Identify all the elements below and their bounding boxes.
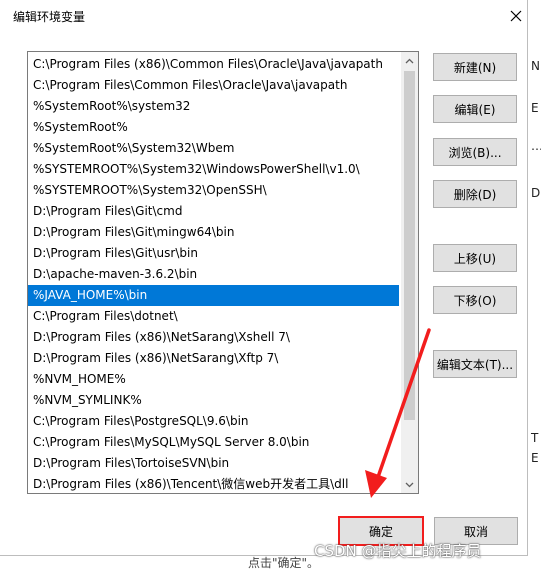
path-list-item[interactable]: %NVM_SYMLINK% xyxy=(28,390,399,411)
path-list-item[interactable]: D:\Program Files\Git\mingw64\bin xyxy=(28,222,399,243)
path-list-item[interactable]: C:\Program Files\dotnet\ xyxy=(28,306,399,327)
scroll-down-button[interactable] xyxy=(401,476,418,493)
close-icon xyxy=(510,10,522,22)
background-fragment: E xyxy=(531,451,539,465)
scroll-up-button[interactable] xyxy=(401,52,418,69)
path-list-item-selected[interactable]: %JAVA_HOME%\bin xyxy=(28,285,399,306)
path-list-item[interactable]: C:\Program Files (x86)\Common Files\Orac… xyxy=(28,54,399,75)
move-up-button[interactable]: 上移(U) xyxy=(433,244,517,272)
background-fragment: … xyxy=(531,139,541,153)
title-bar: 编辑环境变量 xyxy=(0,0,528,32)
path-list-item[interactable]: %SYSTEMROOT%\System32\OpenSSH\ xyxy=(28,180,399,201)
background-window-edge: N E … D T E xyxy=(528,0,541,570)
path-list-item[interactable]: %SystemRoot%\System32\Wbem xyxy=(28,138,399,159)
path-list-item[interactable]: %SystemRoot%\system32 xyxy=(28,96,399,117)
chevron-down-icon xyxy=(405,482,414,487)
background-fragment: T xyxy=(531,431,539,445)
background-fragment: E xyxy=(531,101,539,115)
move-down-button[interactable]: 下移(O) xyxy=(433,286,517,314)
path-list-item[interactable]: D:\Program Files (x86)\NetSarang\Xshell … xyxy=(28,327,399,348)
edit-text-button[interactable]: 编辑文本(T)... xyxy=(433,350,517,378)
path-list-item[interactable]: D:\Program Files\Git\usr\bin xyxy=(28,243,399,264)
dialog-title: 编辑环境变量 xyxy=(13,10,86,24)
edit-environment-variable-dialog: 编辑环境变量 C:\Program Files (x86)\Common Fil… xyxy=(0,0,528,556)
new-button[interactable]: 新建(N) xyxy=(433,53,517,81)
path-list-item[interactable]: %SystemRoot% xyxy=(28,117,399,138)
path-list-items: C:\Program Files (x86)\Common Files\Orac… xyxy=(28,54,399,493)
edit-button[interactable]: 编辑(E) xyxy=(433,95,517,123)
close-button[interactable] xyxy=(504,4,528,28)
path-list-item[interactable]: D:\Program Files\Git\cmd xyxy=(28,201,399,222)
path-list-item[interactable]: C:\Program Files\MySQL\MySQL Server 8.0\… xyxy=(28,432,399,453)
background-fragment: D xyxy=(531,186,541,200)
path-list-item[interactable]: D:\Program Files\TortoiseSVN\bin xyxy=(28,453,399,474)
watermark: CSDN @指尖上的程序员 xyxy=(314,542,482,560)
path-list-item[interactable]: %NVM_HOME% xyxy=(28,369,399,390)
chevron-up-icon xyxy=(405,58,414,63)
path-list-item[interactable]: %SYSTEMROOT%\System32\WindowsPowerShell\… xyxy=(28,159,399,180)
background-bottom-text: 点击"确定"。 xyxy=(248,556,320,570)
path-list-item[interactable]: D:\Program Files (x86)\NetSarang\Xftp 7\ xyxy=(28,348,399,369)
browse-button[interactable]: 浏览(B)... xyxy=(433,138,517,166)
background-fragment: N xyxy=(531,59,540,73)
vertical-scrollbar[interactable] xyxy=(401,52,418,493)
path-list-item[interactable]: D:\apache-maven-3.6.2\bin xyxy=(28,264,399,285)
path-list-item[interactable]: C:\Program Files\PostgreSQL\9.6\bin xyxy=(28,411,399,432)
path-list[interactable]: C:\Program Files (x86)\Common Files\Orac… xyxy=(27,51,419,494)
scrollbar-thumb[interactable] xyxy=(404,71,415,420)
path-list-item[interactable]: D:\Program Files (x86)\Tencent\微信web开发者工… xyxy=(28,474,399,493)
path-list-item[interactable]: C:\Program Files\Common Files\Oracle\Jav… xyxy=(28,75,399,96)
delete-button[interactable]: 删除(D) xyxy=(433,180,517,208)
